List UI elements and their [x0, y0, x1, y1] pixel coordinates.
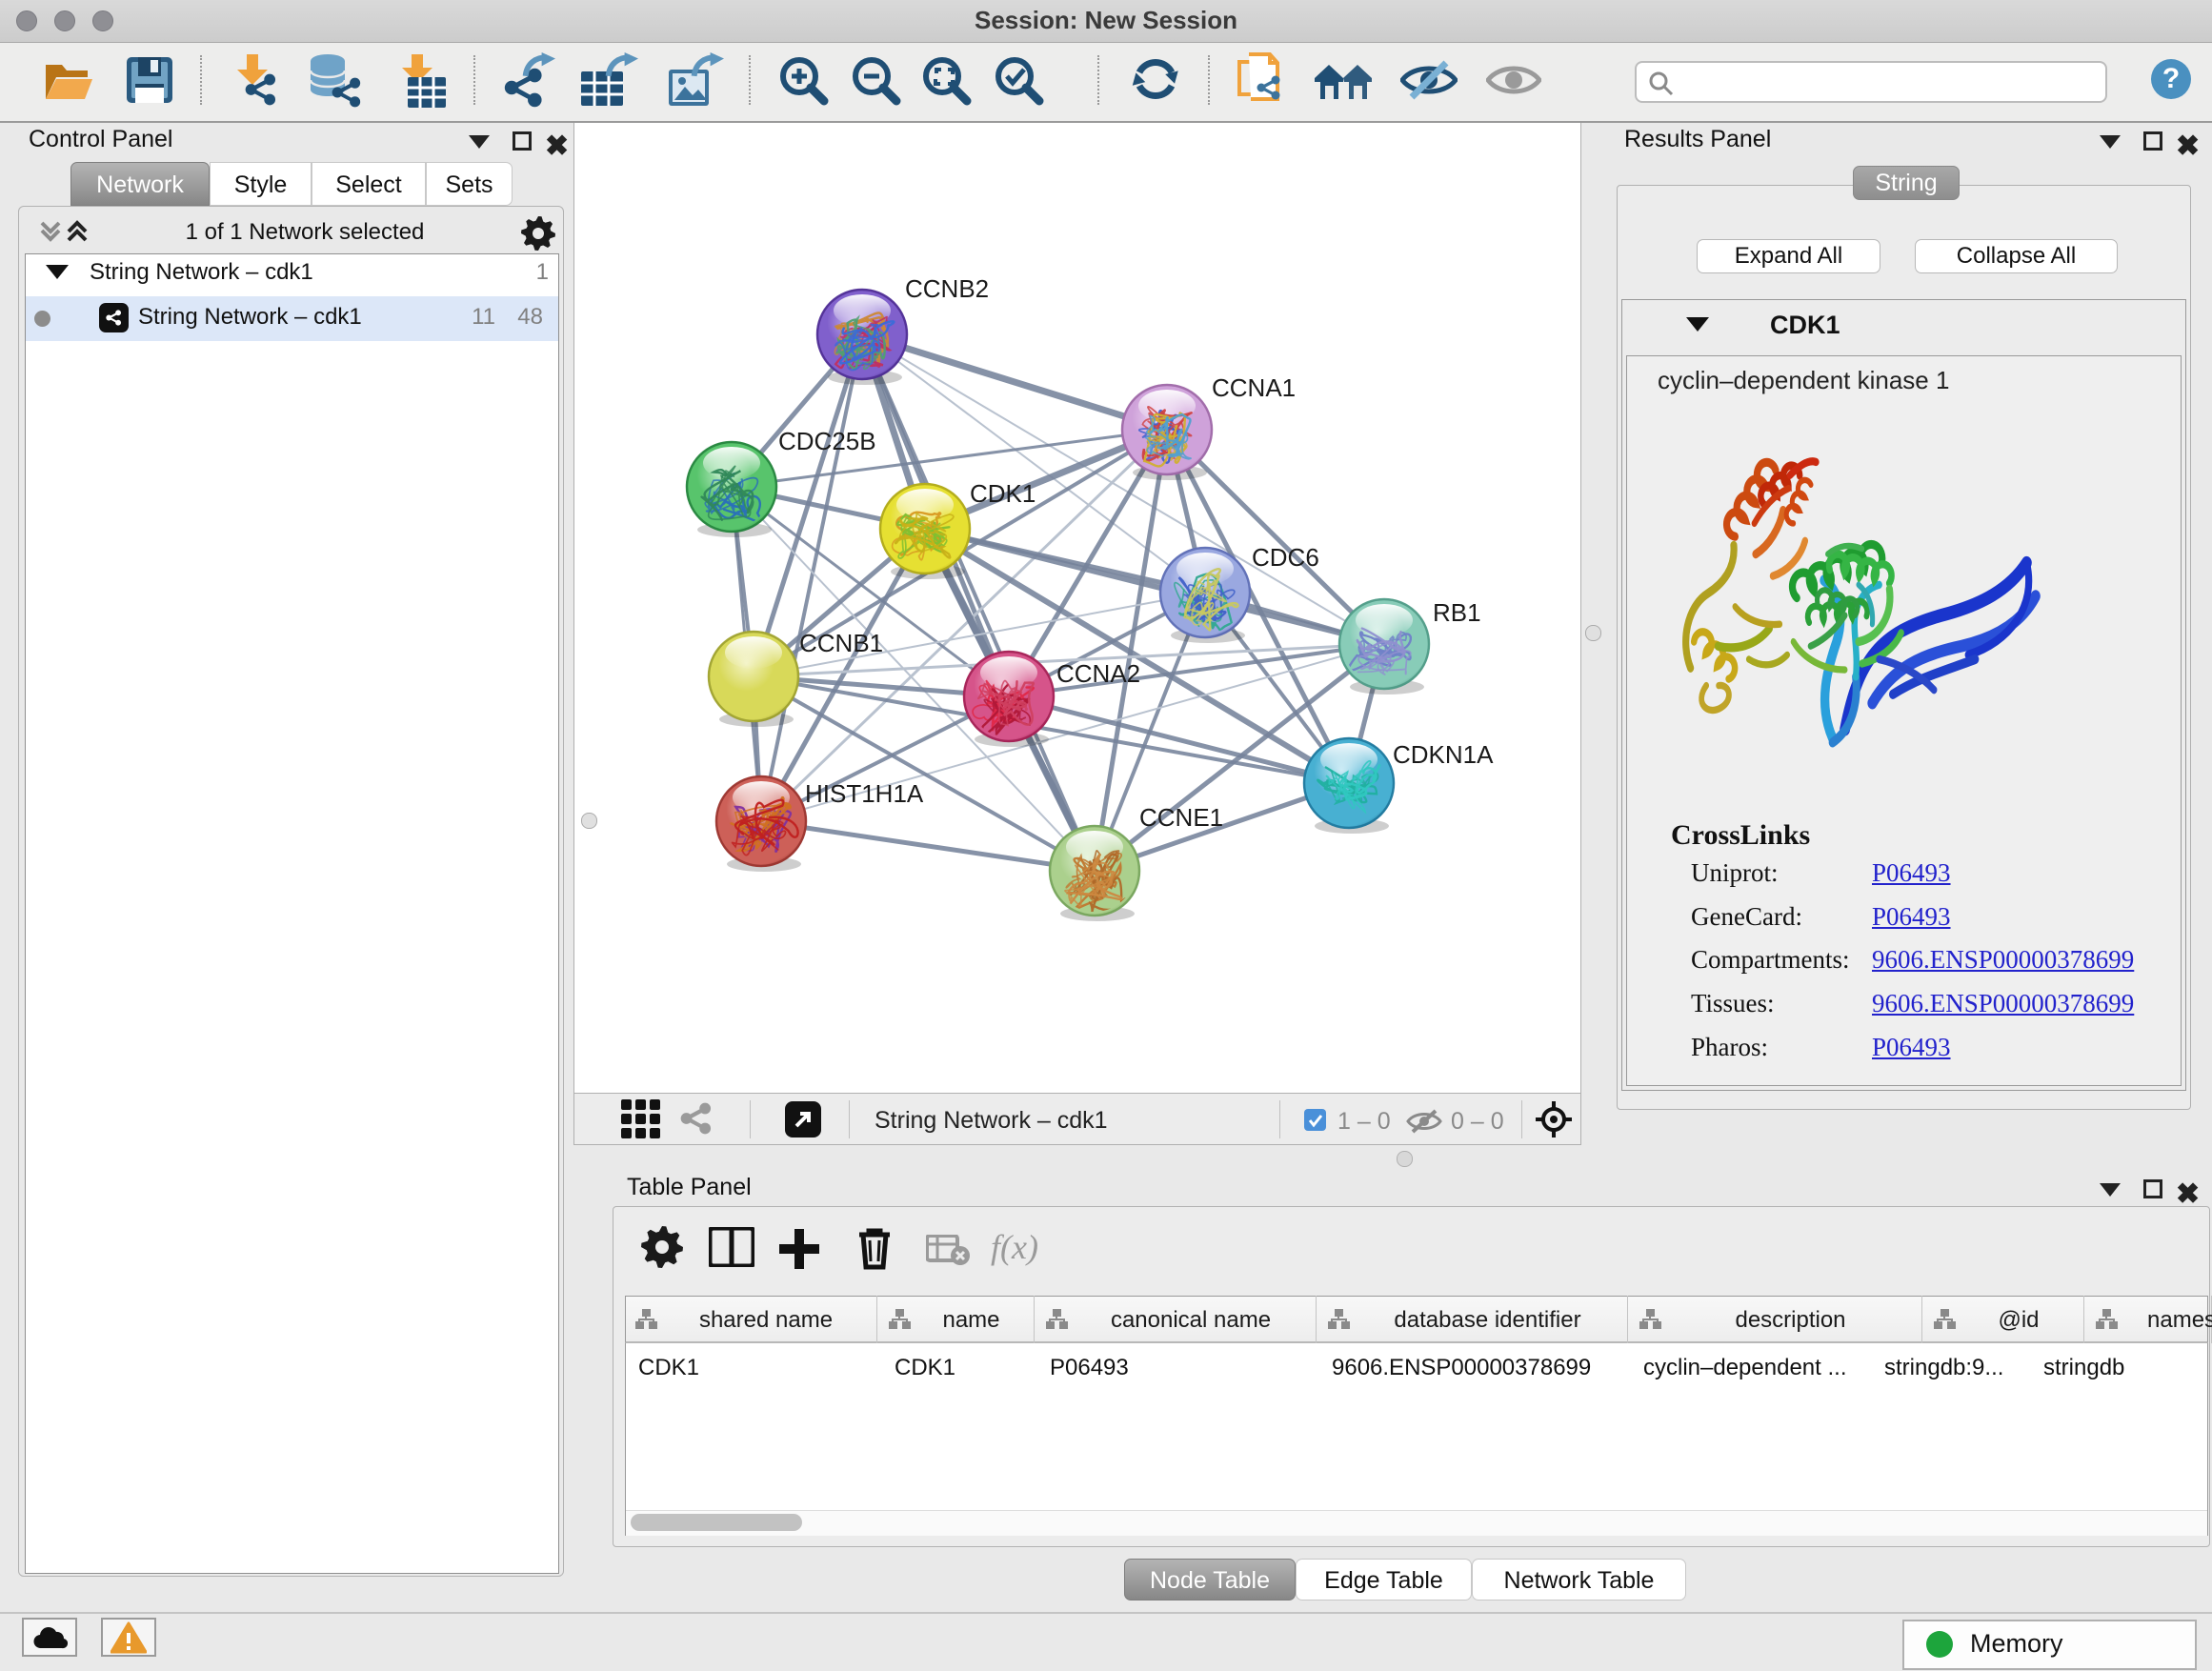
svg-text:CDC6: CDC6: [1252, 543, 1319, 572]
svg-text:RB1: RB1: [1433, 598, 1481, 627]
svg-text:HIST1H1A: HIST1H1A: [805, 779, 924, 808]
svg-text:CCNA1: CCNA1: [1212, 373, 1296, 402]
svg-text:CCNB2: CCNB2: [905, 274, 989, 303]
svg-text:CCNA2: CCNA2: [1056, 659, 1140, 688]
svg-text:CDC25B: CDC25B: [778, 427, 876, 455]
svg-text:CDK1: CDK1: [970, 479, 1036, 508]
svg-text:CDKN1A: CDKN1A: [1393, 740, 1494, 769]
svg-text:CCNE1: CCNE1: [1139, 803, 1223, 832]
svg-text:CCNB1: CCNB1: [799, 629, 883, 657]
